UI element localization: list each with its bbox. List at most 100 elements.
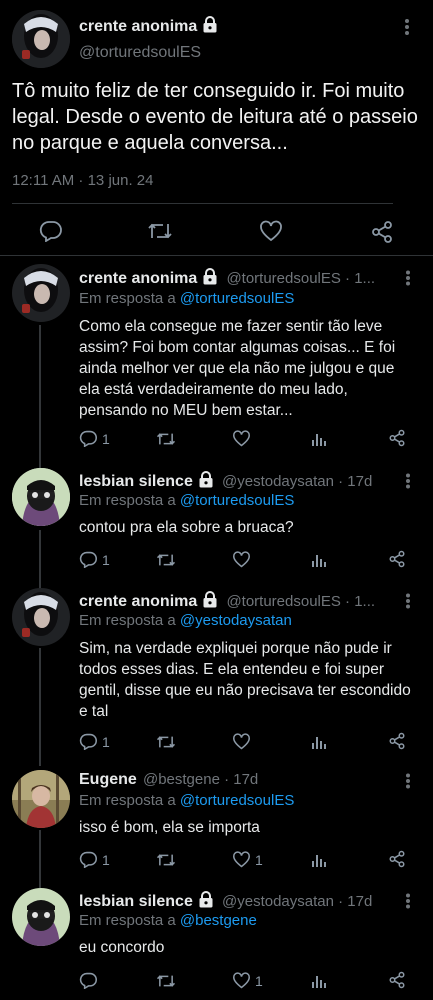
reply-button[interactable]: 1 (79, 851, 110, 868)
like-icon (233, 972, 250, 989)
reply-button[interactable] (39, 220, 63, 242)
in-reply-to: Em resposta a @yestodaysatan (79, 612, 292, 629)
avatar[interactable] (12, 770, 70, 828)
thread-line (39, 325, 41, 473)
more-icon[interactable] (405, 593, 411, 614)
views-icon (312, 737, 326, 749)
lock-icon (202, 16, 218, 38)
views-button[interactable] (311, 734, 327, 750)
share-button[interactable] (370, 220, 394, 244)
reply-header[interactable]: lesbian silence @yestodaysatan · 17d (79, 891, 394, 912)
like-button[interactable] (232, 551, 255, 568)
retweet-button[interactable] (156, 431, 176, 447)
tweet-timestamp[interactable]: 12:11 AM · 13 jun. 24 (12, 172, 153, 189)
reply-header[interactable]: lesbian silence @yestodaysatan · 17d (79, 471, 394, 492)
more-icon[interactable] (405, 270, 411, 291)
reply-header[interactable]: crente anonima @torturedsoulES · 1... (79, 591, 394, 612)
thread-line (39, 648, 41, 766)
handle-time[interactable]: @torturedsoulES · 1... (226, 270, 375, 287)
thread-line (39, 830, 41, 888)
author-name[interactable]: lesbian silence (79, 473, 193, 490)
like-button[interactable] (232, 430, 255, 447)
reply-icon (39, 221, 62, 242)
like-button[interactable] (232, 733, 255, 750)
like-icon (233, 430, 250, 447)
mention-link[interactable]: @yestodaysatan (180, 612, 292, 629)
handle-time[interactable]: @bestgene · 17d (143, 771, 258, 788)
reply-text: contou pra ela sobre a bruaca? (79, 519, 294, 536)
share-button[interactable] (388, 550, 406, 568)
share-button[interactable] (388, 732, 406, 750)
share-icon (389, 971, 405, 989)
more-icon[interactable] (405, 473, 411, 494)
share-icon (389, 732, 405, 750)
reply-header[interactable]: Eugene @bestgene · 17d (79, 771, 394, 789)
more-icon[interactable] (404, 18, 410, 39)
retweet-icon (148, 223, 172, 239)
in-reply-to: Em resposta a @bestgene (79, 912, 257, 929)
in-reply-to: Em resposta a @torturedsoulES (79, 290, 295, 307)
lock-icon (198, 471, 214, 492)
share-button[interactable] (388, 971, 406, 989)
author-name[interactable]: Eugene (79, 771, 137, 788)
retweet-button[interactable] (156, 552, 176, 568)
reply-button[interactable]: 1 (79, 733, 110, 750)
thread-line (39, 530, 41, 590)
author-name[interactable]: crente anonima (79, 270, 197, 287)
author-name[interactable]: lesbian silence (79, 893, 193, 910)
retweet-button[interactable] (156, 734, 176, 750)
tweet-text: Tô muito feliz de ter conseguido ir. Foi… (12, 80, 418, 154)
handle-time[interactable]: @yestodaysatan · 17d (222, 473, 372, 490)
avatar[interactable] (12, 888, 70, 946)
views-button[interactable] (311, 552, 327, 568)
avatar[interactable] (12, 468, 70, 526)
divider (0, 255, 433, 256)
avatar-main[interactable] (12, 10, 70, 68)
author-handle[interactable]: @torturedsoulES (79, 44, 201, 62)
more-icon[interactable] (405, 893, 411, 914)
lock-icon (198, 891, 214, 912)
author-name[interactable]: crente anonima (79, 593, 197, 610)
reply-text: Sim, na verdade expliquei porque não pud… (79, 640, 411, 720)
views-button[interactable] (311, 431, 327, 447)
reply-icon (79, 430, 97, 447)
mention-link[interactable]: @torturedsoulES (180, 492, 294, 509)
author-name[interactable]: crente anonima (79, 16, 218, 38)
retweet-icon (156, 854, 176, 866)
retweet-button[interactable] (156, 973, 176, 989)
avatar[interactable] (12, 588, 70, 646)
reply-text: isso é bom, ela se importa (79, 819, 260, 836)
views-icon (312, 555, 326, 567)
reply-icon (79, 851, 97, 868)
mention-link[interactable]: @torturedsoulES (180, 290, 294, 307)
handle-time[interactable]: @yestodaysatan · 17d (222, 893, 372, 910)
like-button[interactable] (259, 220, 283, 242)
share-button[interactable] (388, 850, 406, 868)
share-button[interactable] (388, 429, 406, 447)
like-button[interactable]: 1 (232, 851, 263, 868)
retweet-icon (156, 736, 176, 748)
handle-time[interactable]: @torturedsoulES · 1... (226, 593, 375, 610)
reply-header[interactable]: crente anonima @torturedsoulES · 1... (79, 268, 394, 289)
reply-icon (79, 733, 97, 750)
views-button[interactable] (311, 973, 327, 989)
reply-button[interactable] (79, 972, 102, 989)
views-button[interactable] (311, 852, 327, 868)
more-icon[interactable] (405, 773, 411, 794)
avatar[interactable] (12, 264, 70, 322)
mention-link[interactable]: @torturedsoulES (180, 792, 294, 809)
retweet-icon (156, 554, 176, 566)
reply-icon (79, 972, 97, 989)
mention-link[interactable]: @bestgene (180, 912, 257, 929)
retweet-button[interactable] (147, 221, 173, 241)
like-button[interactable]: 1 (232, 972, 263, 989)
views-icon (312, 434, 326, 446)
lock-icon (202, 268, 218, 289)
retweet-button[interactable] (156, 852, 176, 868)
views-icon (312, 855, 326, 867)
reply-button[interactable]: 1 (79, 430, 110, 447)
reply-button[interactable]: 1 (79, 551, 110, 568)
views-icon (312, 976, 326, 988)
share-icon (372, 221, 392, 243)
reply-icon (79, 551, 97, 568)
